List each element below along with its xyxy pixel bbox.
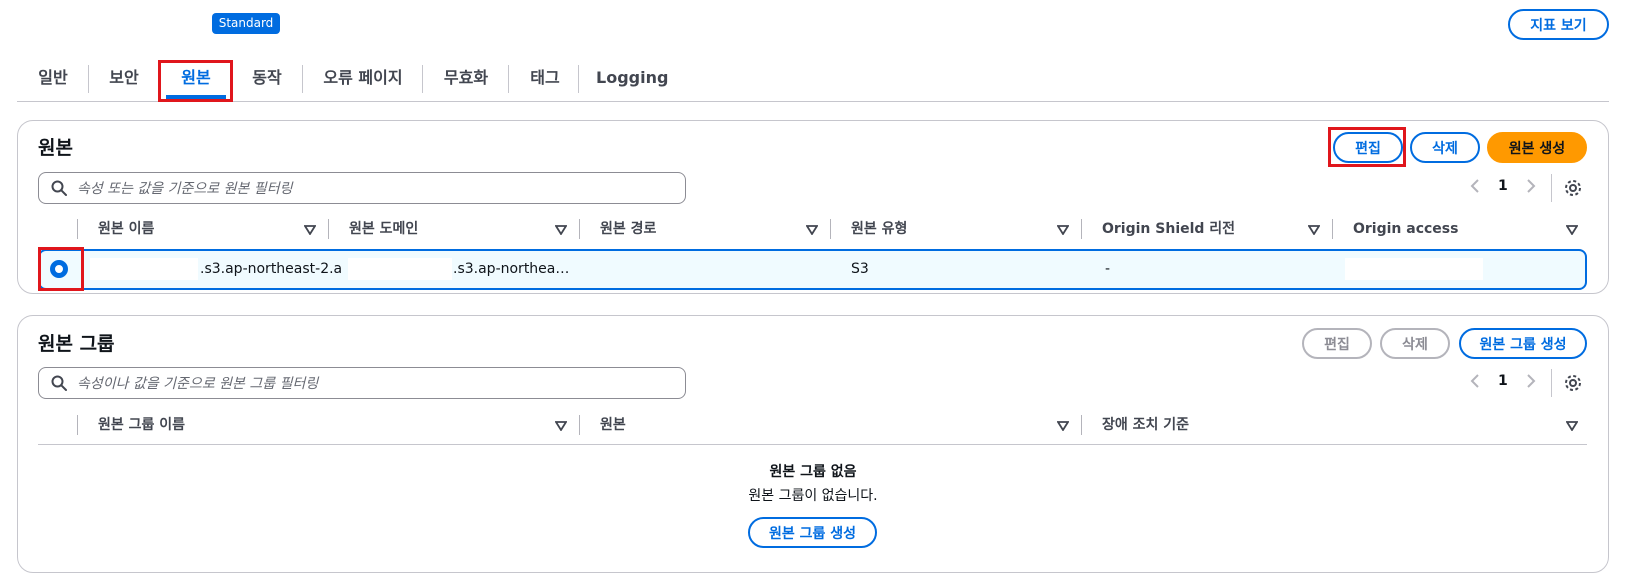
origin-groups-title: 원본 그룹 xyxy=(38,333,115,355)
table-header-divider xyxy=(38,444,1587,445)
chevron-left-icon[interactable] xyxy=(1470,374,1480,388)
column-header-origin-shield-region[interactable]: Origin Shield 리전 xyxy=(1102,217,1235,241)
sort-icon[interactable] xyxy=(1566,225,1578,235)
distribution-name-redacted xyxy=(17,10,202,38)
tab-logging[interactable]: Logging xyxy=(596,62,668,94)
pagination-separator xyxy=(1551,369,1552,397)
origin-groups-search-input[interactable]: 속성이나 값을 기준으로 원본 그룹 필터링 xyxy=(38,367,686,399)
sort-icon[interactable] xyxy=(1566,421,1578,431)
origin-name-cell[interactable]: .s3.ap-northeast-2.a xyxy=(200,259,342,279)
empty-state-description: 원본 그룹이 없습니다. xyxy=(748,488,878,504)
column-separator xyxy=(1081,415,1082,435)
origin-domain-redacted xyxy=(348,258,452,280)
origin-domain-cell: .s3.ap-northea… xyxy=(453,261,570,277)
page-number[interactable]: 1 xyxy=(1498,178,1508,194)
tab-invalidations[interactable]: 무효화 xyxy=(436,62,496,94)
origin-type-cell: S3 xyxy=(851,261,869,277)
origin-group-delete-button[interactable]: 삭제 xyxy=(1380,328,1450,359)
column-header-origin-group-name[interactable]: 원본 그룹 이름 xyxy=(98,413,185,437)
highlight-box-radio xyxy=(38,247,84,291)
standard-badge: Standard xyxy=(212,13,280,34)
column-separator xyxy=(579,415,580,435)
origin-shield-region-cell: - xyxy=(1105,261,1111,277)
tab-separator xyxy=(302,65,303,93)
create-origin-button[interactable]: 원본 생성 xyxy=(1487,132,1587,163)
tab-separator xyxy=(578,65,579,93)
pagination-separator xyxy=(1551,174,1552,202)
sort-icon[interactable] xyxy=(1057,225,1069,235)
column-separator xyxy=(579,219,580,239)
tab-separator xyxy=(88,65,89,93)
column-header-failover-criteria[interactable]: 장애 조치 기준 xyxy=(1102,413,1189,437)
sort-icon[interactable] xyxy=(304,225,316,235)
column-separator xyxy=(77,415,78,435)
tab-security[interactable]: 보안 xyxy=(100,62,148,94)
chevron-left-icon[interactable] xyxy=(1470,179,1480,193)
search-icon xyxy=(51,375,67,391)
search-placeholder: 속성이나 값을 기준으로 원본 그룹 필터링 xyxy=(77,376,319,392)
tab-tags[interactable]: 태그 xyxy=(522,62,568,94)
column-separator xyxy=(1081,219,1082,239)
metrics-button[interactable]: 지표 보기 xyxy=(1508,9,1609,40)
origin-groups-pagination: 1 xyxy=(1470,373,1536,389)
tab-separator xyxy=(422,65,423,93)
column-header-origin-domain[interactable]: 원본 도메인 xyxy=(349,217,418,241)
tab-behaviors[interactable]: 동작 xyxy=(244,62,290,94)
page-number[interactable]: 1 xyxy=(1498,373,1508,389)
column-separator xyxy=(328,219,329,239)
empty-state-title: 원본 그룹 없음 xyxy=(769,464,857,480)
settings-gear-icon[interactable] xyxy=(1564,374,1582,392)
highlight-box-edit xyxy=(1328,127,1406,167)
tab-divider xyxy=(17,101,1609,102)
column-header-origin-path[interactable]: 원본 경로 xyxy=(600,217,656,241)
column-header-origin-type[interactable]: 원본 유형 xyxy=(851,217,907,241)
origins-search-input[interactable]: 속성 또는 값을 기준으로 원본 필터링 xyxy=(38,172,686,204)
sort-icon[interactable] xyxy=(555,421,567,431)
chevron-right-icon[interactable] xyxy=(1526,374,1536,388)
column-header-origins[interactable]: 원본 xyxy=(600,413,626,437)
origin-group-edit-button[interactable]: 편집 xyxy=(1302,328,1372,359)
origins-pagination: 1 xyxy=(1470,178,1536,194)
sort-icon[interactable] xyxy=(806,225,818,235)
origin-name-redacted xyxy=(90,258,198,280)
settings-gear-icon[interactable] xyxy=(1564,179,1582,197)
origins-title: 원본 xyxy=(38,137,73,159)
origin-access-redacted xyxy=(1345,258,1483,280)
sort-icon[interactable] xyxy=(555,225,567,235)
tab-separator xyxy=(508,65,509,93)
empty-create-origin-group-button[interactable]: 원본 그룹 생성 xyxy=(748,517,877,548)
origin-delete-button[interactable]: 삭제 xyxy=(1410,132,1480,163)
search-placeholder: 속성 또는 값을 기준으로 원본 필터링 xyxy=(77,181,293,197)
tab-error-pages[interactable]: 오류 페이지 xyxy=(318,62,408,94)
column-separator xyxy=(77,219,78,239)
sort-icon[interactable] xyxy=(1308,225,1320,235)
column-separator xyxy=(1332,219,1333,239)
search-icon xyxy=(51,180,67,196)
chevron-right-icon[interactable] xyxy=(1526,179,1536,193)
sort-icon[interactable] xyxy=(1057,421,1069,431)
create-origin-group-button[interactable]: 원본 그룹 생성 xyxy=(1459,328,1587,359)
column-separator xyxy=(830,219,831,239)
column-header-origin-name[interactable]: 원본 이름 xyxy=(98,217,154,241)
highlight-box-origins-tab xyxy=(158,60,233,102)
tab-general[interactable]: 일반 xyxy=(30,62,76,94)
column-header-origin-access[interactable]: Origin access xyxy=(1353,217,1458,241)
